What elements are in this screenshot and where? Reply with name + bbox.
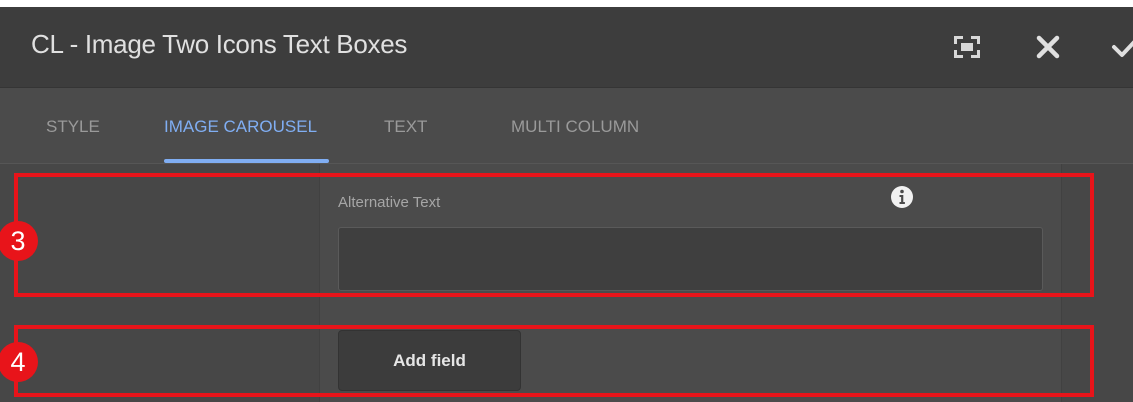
active-tab-indicator [164, 159, 329, 163]
check-icon[interactable] [1108, 30, 1133, 64]
close-icon[interactable] [1031, 30, 1065, 64]
alt-text-input[interactable] [338, 227, 1043, 291]
tab-image-carousel[interactable]: IMAGE CAROUSEL [164, 117, 317, 137]
dialog-content: Alternative Text Add field [0, 164, 1133, 402]
add-field-button[interactable]: Add field [338, 330, 521, 391]
dialog-title: CL - Image Two Icons Text Boxes [31, 29, 408, 59]
info-icon[interactable] [890, 185, 914, 209]
tab-multi-column[interactable]: MULTI COLUMN [511, 117, 639, 137]
alt-text-label: Alternative Text [338, 194, 441, 211]
dialog-header: CL - Image Two Icons Text Boxes [0, 7, 1133, 88]
fullscreen-icon[interactable] [952, 34, 982, 60]
tab-text[interactable]: TEXT [384, 117, 427, 137]
tab-style[interactable]: STYLE [46, 117, 100, 137]
tab-bar: STYLE IMAGE CAROUSEL TEXT MULTI COLUMN [0, 88, 1133, 164]
dialog: CL - Image Two Icons Text Boxes STYLE IM… [0, 7, 1133, 402]
